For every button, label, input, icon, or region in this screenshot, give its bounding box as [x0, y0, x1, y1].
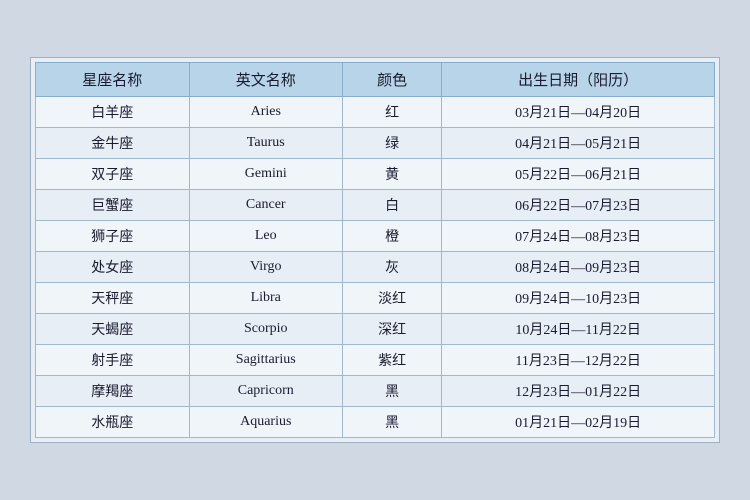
- cell-chinese-name: 摩羯座: [36, 376, 190, 407]
- cell-dates: 05月22日—06月21日: [442, 159, 715, 190]
- cell-dates: 12月23日—01月22日: [442, 376, 715, 407]
- table-row: 巨蟹座Cancer白06月22日—07月23日: [36, 190, 715, 221]
- table-row: 白羊座Aries红03月21日—04月20日: [36, 97, 715, 128]
- cell-color: 深红: [343, 314, 442, 345]
- cell-english-name: Taurus: [189, 128, 343, 159]
- cell-chinese-name: 处女座: [36, 252, 190, 283]
- cell-color: 橙: [343, 221, 442, 252]
- cell-color: 黑: [343, 376, 442, 407]
- cell-english-name: Leo: [189, 221, 343, 252]
- cell-dates: 04月21日—05月21日: [442, 128, 715, 159]
- cell-chinese-name: 水瓶座: [36, 407, 190, 438]
- cell-english-name: Aquarius: [189, 407, 343, 438]
- table-row: 处女座Virgo灰08月24日—09月23日: [36, 252, 715, 283]
- table-row: 天蝎座Scorpio深红10月24日—11月22日: [36, 314, 715, 345]
- cell-chinese-name: 巨蟹座: [36, 190, 190, 221]
- cell-color: 灰: [343, 252, 442, 283]
- table-row: 摩羯座Capricorn黑12月23日—01月22日: [36, 376, 715, 407]
- table-row: 射手座Sagittarius紫红11月23日—12月22日: [36, 345, 715, 376]
- cell-chinese-name: 狮子座: [36, 221, 190, 252]
- cell-chinese-name: 双子座: [36, 159, 190, 190]
- cell-chinese-name: 天蝎座: [36, 314, 190, 345]
- table-row: 双子座Gemini黄05月22日—06月21日: [36, 159, 715, 190]
- cell-chinese-name: 天秤座: [36, 283, 190, 314]
- cell-english-name: Sagittarius: [189, 345, 343, 376]
- table-row: 水瓶座Aquarius黑01月21日—02月19日: [36, 407, 715, 438]
- header-color: 颜色: [343, 63, 442, 97]
- cell-dates: 11月23日—12月22日: [442, 345, 715, 376]
- cell-color: 绿: [343, 128, 442, 159]
- cell-dates: 09月24日—10月23日: [442, 283, 715, 314]
- cell-english-name: Scorpio: [189, 314, 343, 345]
- cell-dates: 06月22日—07月23日: [442, 190, 715, 221]
- cell-color: 黑: [343, 407, 442, 438]
- table-row: 金牛座Taurus绿04月21日—05月21日: [36, 128, 715, 159]
- cell-chinese-name: 白羊座: [36, 97, 190, 128]
- header-dates: 出生日期（阳历）: [442, 63, 715, 97]
- header-chinese-name: 星座名称: [36, 63, 190, 97]
- cell-color: 白: [343, 190, 442, 221]
- cell-dates: 07月24日—08月23日: [442, 221, 715, 252]
- table-row: 天秤座Libra淡红09月24日—10月23日: [36, 283, 715, 314]
- cell-english-name: Aries: [189, 97, 343, 128]
- cell-color: 紫红: [343, 345, 442, 376]
- cell-dates: 10月24日—11月22日: [442, 314, 715, 345]
- cell-color: 红: [343, 97, 442, 128]
- cell-english-name: Capricorn: [189, 376, 343, 407]
- cell-english-name: Gemini: [189, 159, 343, 190]
- zodiac-table-container: 星座名称 英文名称 颜色 出生日期（阳历） 白羊座Aries红03月21日—04…: [30, 57, 720, 443]
- cell-dates: 08月24日—09月23日: [442, 252, 715, 283]
- cell-dates: 03月21日—04月20日: [442, 97, 715, 128]
- cell-english-name: Libra: [189, 283, 343, 314]
- cell-english-name: Cancer: [189, 190, 343, 221]
- table-row: 狮子座Leo橙07月24日—08月23日: [36, 221, 715, 252]
- header-english-name: 英文名称: [189, 63, 343, 97]
- cell-color: 黄: [343, 159, 442, 190]
- table-header-row: 星座名称 英文名称 颜色 出生日期（阳历）: [36, 63, 715, 97]
- cell-english-name: Virgo: [189, 252, 343, 283]
- cell-chinese-name: 金牛座: [36, 128, 190, 159]
- zodiac-table: 星座名称 英文名称 颜色 出生日期（阳历） 白羊座Aries红03月21日—04…: [35, 62, 715, 438]
- cell-color: 淡红: [343, 283, 442, 314]
- cell-dates: 01月21日—02月19日: [442, 407, 715, 438]
- cell-chinese-name: 射手座: [36, 345, 190, 376]
- table-body: 白羊座Aries红03月21日—04月20日金牛座Taurus绿04月21日—0…: [36, 97, 715, 438]
